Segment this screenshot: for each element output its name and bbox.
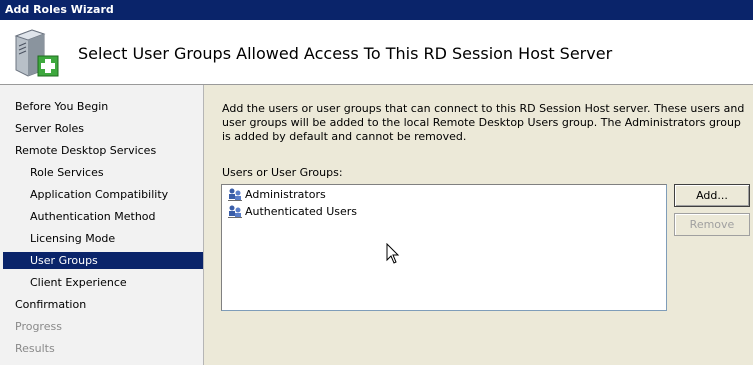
list-item[interactable]: Authenticated Users <box>227 204 357 220</box>
wizard-header: Select User Groups Allowed Access To Thi… <box>0 20 753 85</box>
window-titlebar[interactable]: Add Roles Wizard <box>0 0 753 20</box>
page-title: Select User Groups Allowed Access To Thi… <box>78 44 613 63</box>
nav-item-application-compatibility[interactable]: Application Compatibility <box>3 186 203 203</box>
nav-item-results: Results <box>15 342 55 355</box>
wizard-content: Add the users or user groups that can co… <box>205 85 753 365</box>
window-title: Add Roles Wizard <box>5 3 114 16</box>
nav-item-server-roles[interactable]: Server Roles <box>3 120 203 137</box>
nav-item-progress: Progress <box>15 320 62 333</box>
user-group-icon <box>228 188 242 201</box>
nav-item-client-experience[interactable]: Client Experience <box>3 274 203 291</box>
nav-item-authentication-method[interactable]: Authentication Method <box>3 208 203 225</box>
page-description: Add the users or user groups that can co… <box>222 102 745 143</box>
nav-item-role-services[interactable]: Role Services <box>3 164 203 181</box>
mouse-cursor-icon <box>386 243 400 264</box>
remove-button[interactable]: Remove <box>674 213 750 236</box>
nav-item-licensing-mode[interactable]: Licensing Mode <box>3 230 203 247</box>
nav-item-remote-desktop-services[interactable]: Remote Desktop Services <box>3 142 203 159</box>
add-button[interactable]: Add... <box>674 184 750 207</box>
nav-item-before-you-begin[interactable]: Before You Begin <box>3 98 203 115</box>
server-add-icon <box>14 29 59 77</box>
group-name: Authenticated Users <box>245 205 358 218</box>
group-name: Administrators <box>245 188 326 201</box>
nav-item-confirmation[interactable]: Confirmation <box>3 296 203 313</box>
users-list-label: Users or User Groups: <box>222 166 343 179</box>
wizard-step-sidebar: Before You Begin Server Roles Remote Des… <box>0 85 204 365</box>
user-group-icon <box>228 205 242 218</box>
nav-item-user-groups[interactable]: User Groups <box>3 252 203 269</box>
user-groups-listbox[interactable]: Administrators Authenticated Users <box>221 184 667 311</box>
list-item[interactable]: Administrators <box>227 187 326 203</box>
